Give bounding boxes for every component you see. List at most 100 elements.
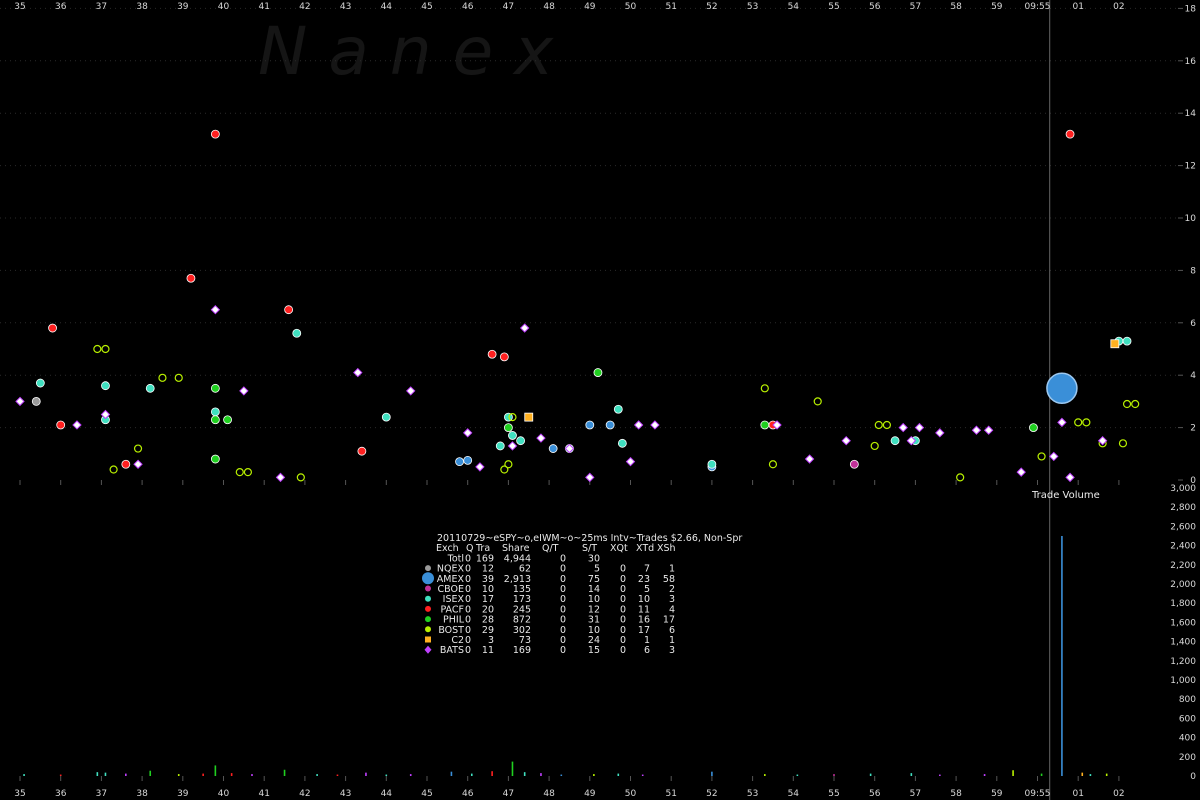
- trade-point-isex: [381, 412, 391, 422]
- trade-point-bats: [585, 472, 595, 483]
- trade-point-pacf: [284, 305, 294, 315]
- volume-bar: [869, 773, 872, 776]
- trade-point-bost: [768, 460, 778, 469]
- legend-icon: [425, 595, 431, 602]
- trade-points: [15, 129, 1140, 483]
- trade-point-isex: [1122, 336, 1132, 346]
- x-tick-label-top: 09:55: [1025, 2, 1051, 12]
- trade-point-bats: [210, 304, 221, 315]
- x-tick-label-bottom: 56: [869, 789, 881, 799]
- x-tick-label-top: 01: [1072, 2, 1083, 12]
- legend-icon: [425, 626, 431, 633]
- volume-bar: [1089, 774, 1092, 776]
- trade-point-isex: [210, 407, 220, 417]
- trade-point-phil: [210, 383, 220, 393]
- y-tick-label-top: 12: [1185, 162, 1196, 172]
- volume-bar: [593, 774, 595, 776]
- trade-point-bost: [296, 473, 305, 482]
- trade-point-phil: [593, 368, 603, 377]
- legend-icon: [422, 572, 434, 585]
- y-tick-label-bottom: 600: [1179, 714, 1196, 724]
- trade-point-bats: [841, 435, 851, 446]
- y-tick-label-bottom: 800: [1179, 695, 1196, 705]
- volume-bar: [910, 773, 913, 776]
- trade-point-amex: [605, 420, 615, 430]
- nanex-trades-chart: N a n e x 353536363737383839394040414142…: [0, 0, 1196, 800]
- trade-point-bost: [101, 344, 110, 354]
- x-tick-label-bottom: 09:55: [1025, 789, 1051, 799]
- trade-point-bost: [1118, 439, 1128, 448]
- volume-bar: [560, 774, 563, 776]
- trade-point-bost: [760, 384, 769, 393]
- trade-point-pacf: [121, 459, 131, 469]
- trade-point-bats: [72, 420, 82, 430]
- volume-bar: [96, 772, 99, 776]
- trade-point-phil: [223, 415, 232, 425]
- trade-point-isex: [516, 436, 526, 446]
- stats-cell: 11: [482, 645, 494, 656]
- watermark: N a n e x: [258, 13, 554, 90]
- trade-point-bats: [1016, 467, 1026, 477]
- trade-point-bost: [1131, 399, 1140, 409]
- trade-point-phil: [210, 454, 220, 464]
- x-tick-label-top: 38: [136, 2, 148, 12]
- x-tick-label-top: 43: [340, 2, 351, 12]
- volume-bar: [540, 773, 542, 776]
- trade-point-bost: [93, 344, 102, 354]
- y-tick-label-bottom: 2,200: [1170, 561, 1196, 571]
- stats-header: XQt: [610, 543, 628, 554]
- y-tick-label-top: 8: [1190, 266, 1196, 276]
- volume-bar: [336, 774, 339, 776]
- x-tick-label-bottom: 50: [625, 789, 637, 799]
- trade-point-bost: [1122, 399, 1132, 409]
- trade-point-pacf: [1065, 129, 1075, 139]
- x-tick-label-bottom: 42: [299, 789, 310, 799]
- trade-point-bost: [243, 468, 253, 477]
- trade-point-bost: [504, 460, 513, 469]
- trade-point-bats: [804, 454, 815, 464]
- volume-bar: [104, 772, 107, 776]
- x-tick-label-bottom: 57: [910, 789, 921, 799]
- x-tick-label-top: 47: [503, 2, 514, 12]
- volume-bar: [251, 774, 253, 776]
- x-tick-label-top: 39: [177, 2, 189, 12]
- x-tick-label-top: 42: [299, 2, 310, 12]
- y-tick-label-bottom: 3,000: [1170, 484, 1196, 494]
- trade-point-amex: [455, 457, 464, 467]
- legend-icon: [425, 616, 431, 623]
- trade-point-pacf: [186, 273, 196, 283]
- trade-point-isex: [508, 431, 517, 440]
- y-tick-label-bottom: 1,600: [1170, 618, 1196, 628]
- volume-bar: [316, 774, 318, 776]
- x-tick-label-bottom: 54: [788, 789, 800, 799]
- volume-bar: [491, 771, 493, 776]
- stats-cell: BATS: [440, 645, 464, 656]
- x-tick-label-bottom: 58: [950, 789, 962, 799]
- trade-point-bats: [1057, 417, 1067, 428]
- trade-point-isex: [890, 436, 900, 446]
- x-tick-label-top: 56: [869, 2, 881, 12]
- volume-bar: [983, 774, 986, 776]
- x-tick-label-bottom: 43: [340, 789, 351, 799]
- legend-icon: [425, 636, 431, 643]
- trade-point-isex: [35, 378, 45, 388]
- trade-point-bats: [239, 386, 249, 396]
- trade-point-isex: [101, 381, 110, 391]
- y-tick-label-bottom: 2,600: [1170, 522, 1196, 532]
- volume-bar: [470, 773, 473, 776]
- trade-point-bats: [536, 433, 546, 443]
- volume-bar: [617, 773, 620, 776]
- y-tick-label-bottom: 2,000: [1170, 580, 1196, 590]
- x-tick-label-bottom: 55: [828, 789, 839, 799]
- volume-bar: [365, 772, 367, 776]
- volume-bar: [641, 774, 644, 776]
- trade-point-bats: [1049, 451, 1059, 462]
- x-tick-label-bottom: 36: [55, 789, 67, 799]
- legend-icon: [425, 565, 431, 572]
- y-tick-label-bottom: 2,800: [1170, 503, 1196, 513]
- trade-point-bost: [956, 473, 965, 482]
- trade-point-bats: [650, 420, 660, 430]
- trade-point-bats: [462, 428, 473, 438]
- stats-cell: 0: [465, 645, 471, 656]
- trade-point-isex: [617, 438, 627, 448]
